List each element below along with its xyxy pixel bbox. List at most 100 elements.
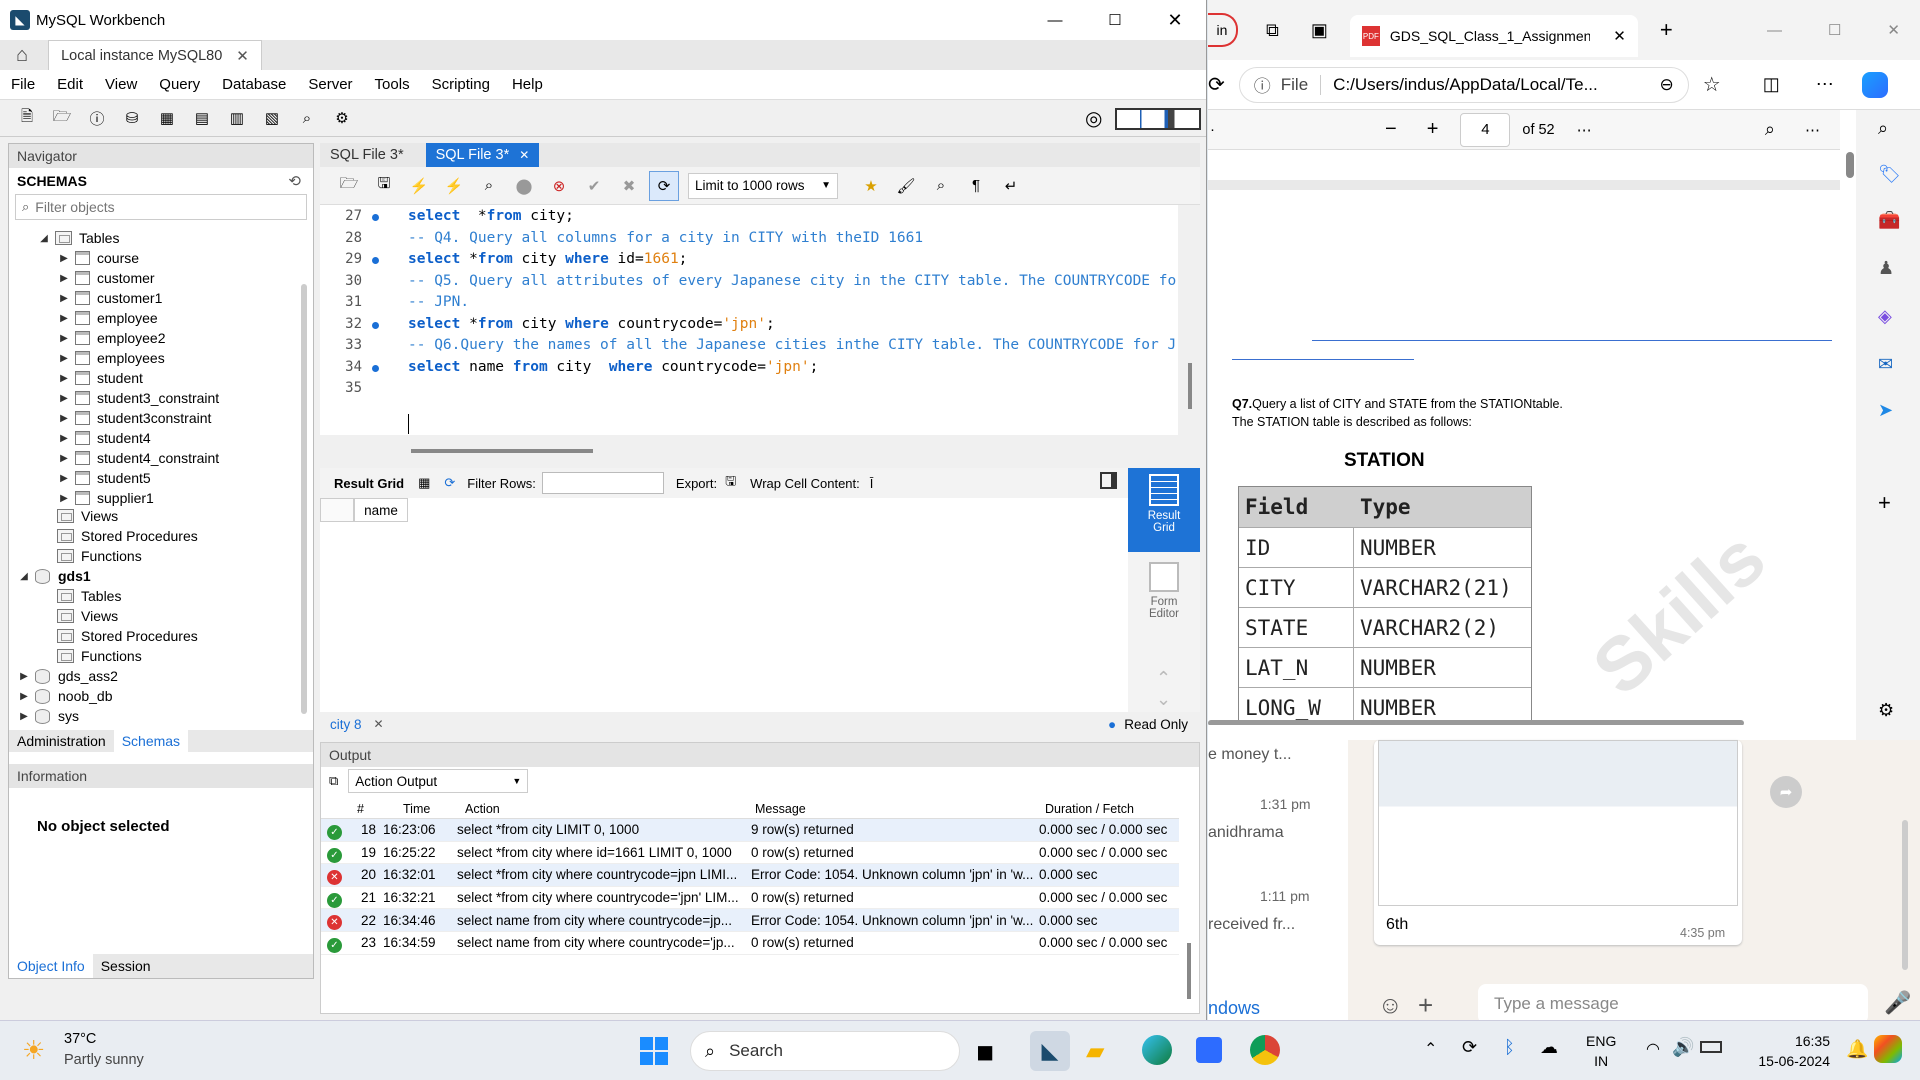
games-icon[interactable]: ♟ [1878,258,1894,279]
refresh-icon[interactable]: ⟳ [1208,72,1225,97]
filter-objects-input[interactable] [35,199,286,215]
menu-database[interactable]: Database [211,76,297,93]
editor-vscrollbar[interactable] [1188,363,1192,409]
create-schema-icon[interactable]: ⛁ [117,103,147,133]
pdf-hscrollbar[interactable] [1208,720,1744,725]
tab-object-info[interactable]: Object Info [9,954,93,978]
m365-icon[interactable]: ◈ [1878,306,1892,327]
tree-functions[interactable]: Functions [57,546,142,566]
create-table-icon[interactable]: ▦ [152,103,182,133]
tree-tables[interactable]: ◢ Tables [37,228,119,248]
refresh-icon[interactable]: ⟲ [288,172,301,190]
expanded-arrow-icon[interactable]: ◢ [37,233,51,244]
tab-session[interactable]: Session [93,954,159,978]
battery-icon[interactable] [1700,1041,1722,1053]
tree-gds1-views[interactable]: Views [57,606,118,626]
add-snippet-icon[interactable]: ★ [856,171,886,201]
screenshot-thumbnail[interactable] [1378,740,1738,906]
tree-table-item[interactable]: ▶ student4_constraint [57,448,219,468]
reconnect-icon[interactable]: ⚙ [327,103,357,133]
sql-editor[interactable]: 27 select *from city; 28 -- Q4. Query all c… [320,205,1178,435]
output-row[interactable]: ✕ 22 16:34:46 select name from city where c… [321,909,1179,932]
notification-bell-icon[interactable]: 🔔 [1846,1039,1868,1060]
open-sql-script-icon[interactable]: 🗁 [47,103,77,133]
minimize-icon[interactable]: — [1767,22,1782,39]
tab-sql-file-2[interactable]: SQL File 3* ✕ [425,143,540,167]
limit-rows-select[interactable]: Limit to 1000 rows ▼ [688,172,838,199]
invisible-chars-icon[interactable]: ¶ [961,171,991,201]
collapsed-arrow-icon[interactable]: ▶ [57,433,71,444]
tree-gds1-functions[interactable]: Functions [57,646,142,666]
action-output-select[interactable]: Action Output ▼ [348,769,529,793]
split-screen-icon[interactable]: ◫ [1763,74,1780,95]
collapsed-arrow-icon[interactable]: ▶ [57,273,71,284]
close-tab-icon[interactable]: ✕ [1613,27,1626,45]
start-icon[interactable] [640,1037,668,1065]
toggle-panel-icon[interactable] [1100,472,1117,489]
tree-schema-noob-db[interactable]: ▶ noob_db [17,686,112,706]
export-icon[interactable]: 🖫 [725,472,736,494]
collapsed-arrow-icon[interactable]: ▶ [57,333,71,344]
form-editor-side-button[interactable]: Form Editor [1128,562,1200,632]
chat-preview[interactable]: e money t... [1208,746,1292,764]
tree-table-item[interactable]: ▶ customer1 [57,288,162,308]
chat-preview[interactable]: received fr... [1208,916,1295,934]
menu-query[interactable]: Query [148,76,211,93]
shopping-icon[interactable]: 🏷 [1878,164,1901,185]
menu-tools[interactable]: Tools [364,76,421,93]
copy-icon[interactable]: ⧉ [329,773,338,789]
toggle-error-icon[interactable]: ⊗ [544,171,574,201]
tree-table-item[interactable]: ▶ employee2 [57,328,165,348]
zoom-out-icon[interactable]: − [1385,118,1397,141]
show-hidden-icon[interactable]: ⌃ [1424,1039,1437,1059]
find-icon[interactable]: ⌕ [926,171,956,201]
page-number-input[interactable] [1460,112,1511,147]
collapsed-arrow-icon[interactable]: ▶ [57,253,71,264]
explain-icon[interactable]: ⌕ [474,171,504,201]
minimize-icon[interactable]: — [1040,8,1070,32]
pdf-tab[interactable]: PDF GDS_SQL_Class_1_Assignment.p ✕ [1349,15,1638,57]
output-row[interactable]: ✓ 19 16:25:22 select *from city where id=16… [321,842,1179,865]
tab-schemas[interactable]: Schemas [113,730,189,752]
wrap-icon[interactable]: Ī [870,476,874,491]
collapsed-arrow-icon[interactable]: ▶ [57,373,71,384]
stop-icon[interactable]: ⬤ [509,171,539,201]
output-row[interactable]: ✓ 18 16:23:06 select *from city LIMIT 0, 10… [321,819,1179,842]
output-row[interactable]: ✓ 21 16:32:21 select *from city where count… [321,887,1179,910]
code-line[interactable]: -- Q6.Query the names of all the Japanes… [408,337,1176,353]
maximize-icon[interactable]: ☐ [1828,21,1841,39]
close-result-tab-icon[interactable]: ✕ [374,717,384,731]
home-icon[interactable]: ⌂ [16,44,28,67]
collapsed-arrow-icon[interactable]: ▶ [57,453,71,464]
beautify-icon[interactable]: 🖌 [891,171,921,201]
new-sql-tab-icon[interactable]: 🗎 [12,103,42,133]
collapsed-arrow-icon[interactable]: ▶ [57,473,71,484]
collapsed-arrow-icon[interactable]: ▶ [17,691,31,702]
code-line[interactable]: -- JPN. [408,294,469,310]
tab-sql-file-1[interactable]: SQL File 3* [320,143,414,167]
tree-table-item[interactable]: ▶ supplier1 [57,488,154,508]
menu-server[interactable]: Server [297,76,363,93]
tree-schema-gds-ass2[interactable]: ▶ gds_ass2 [17,666,118,686]
weather-icon[interactable]: ☀ [22,1035,45,1066]
code-line[interactable]: select name from city where countrycode=… [408,359,818,375]
weather-temp[interactable]: 37°C [64,1031,96,1047]
find-icon[interactable]: ⌕ [1765,119,1775,140]
tree-schema-sys[interactable]: ▶ sys [17,706,79,726]
collapsed-arrow-icon[interactable]: ▶ [57,493,71,504]
tab-result-city[interactable]: city 8 [330,717,362,732]
collapsed-arrow-icon[interactable]: ▶ [57,393,71,404]
image-message-bubble[interactable]: 6th 4:35 pm [1374,740,1742,945]
create-procedure-icon[interactable]: ▥ [222,103,252,133]
collapsed-arrow-icon[interactable]: ▶ [57,293,71,304]
file-explorer-icon[interactable]: ▰ [1086,1037,1104,1066]
microphone-icon[interactable]: 🎤 [1884,990,1911,1016]
tree-table-item[interactable]: ▶ employee [57,308,158,328]
chrome-icon[interactable] [1250,1035,1280,1065]
scroll-arrows-icon[interactable]: ⌃ ⌄ [1156,668,1171,710]
tab-actions-icon[interactable]: ▣ [1311,20,1328,41]
rollback-icon[interactable]: ✖ [614,171,644,201]
code-line[interactable]: select *from city where id=1661; [408,251,687,267]
task-view-icon[interactable]: ◼ [976,1039,994,1065]
expanded-arrow-icon[interactable]: ◢ [17,571,31,582]
